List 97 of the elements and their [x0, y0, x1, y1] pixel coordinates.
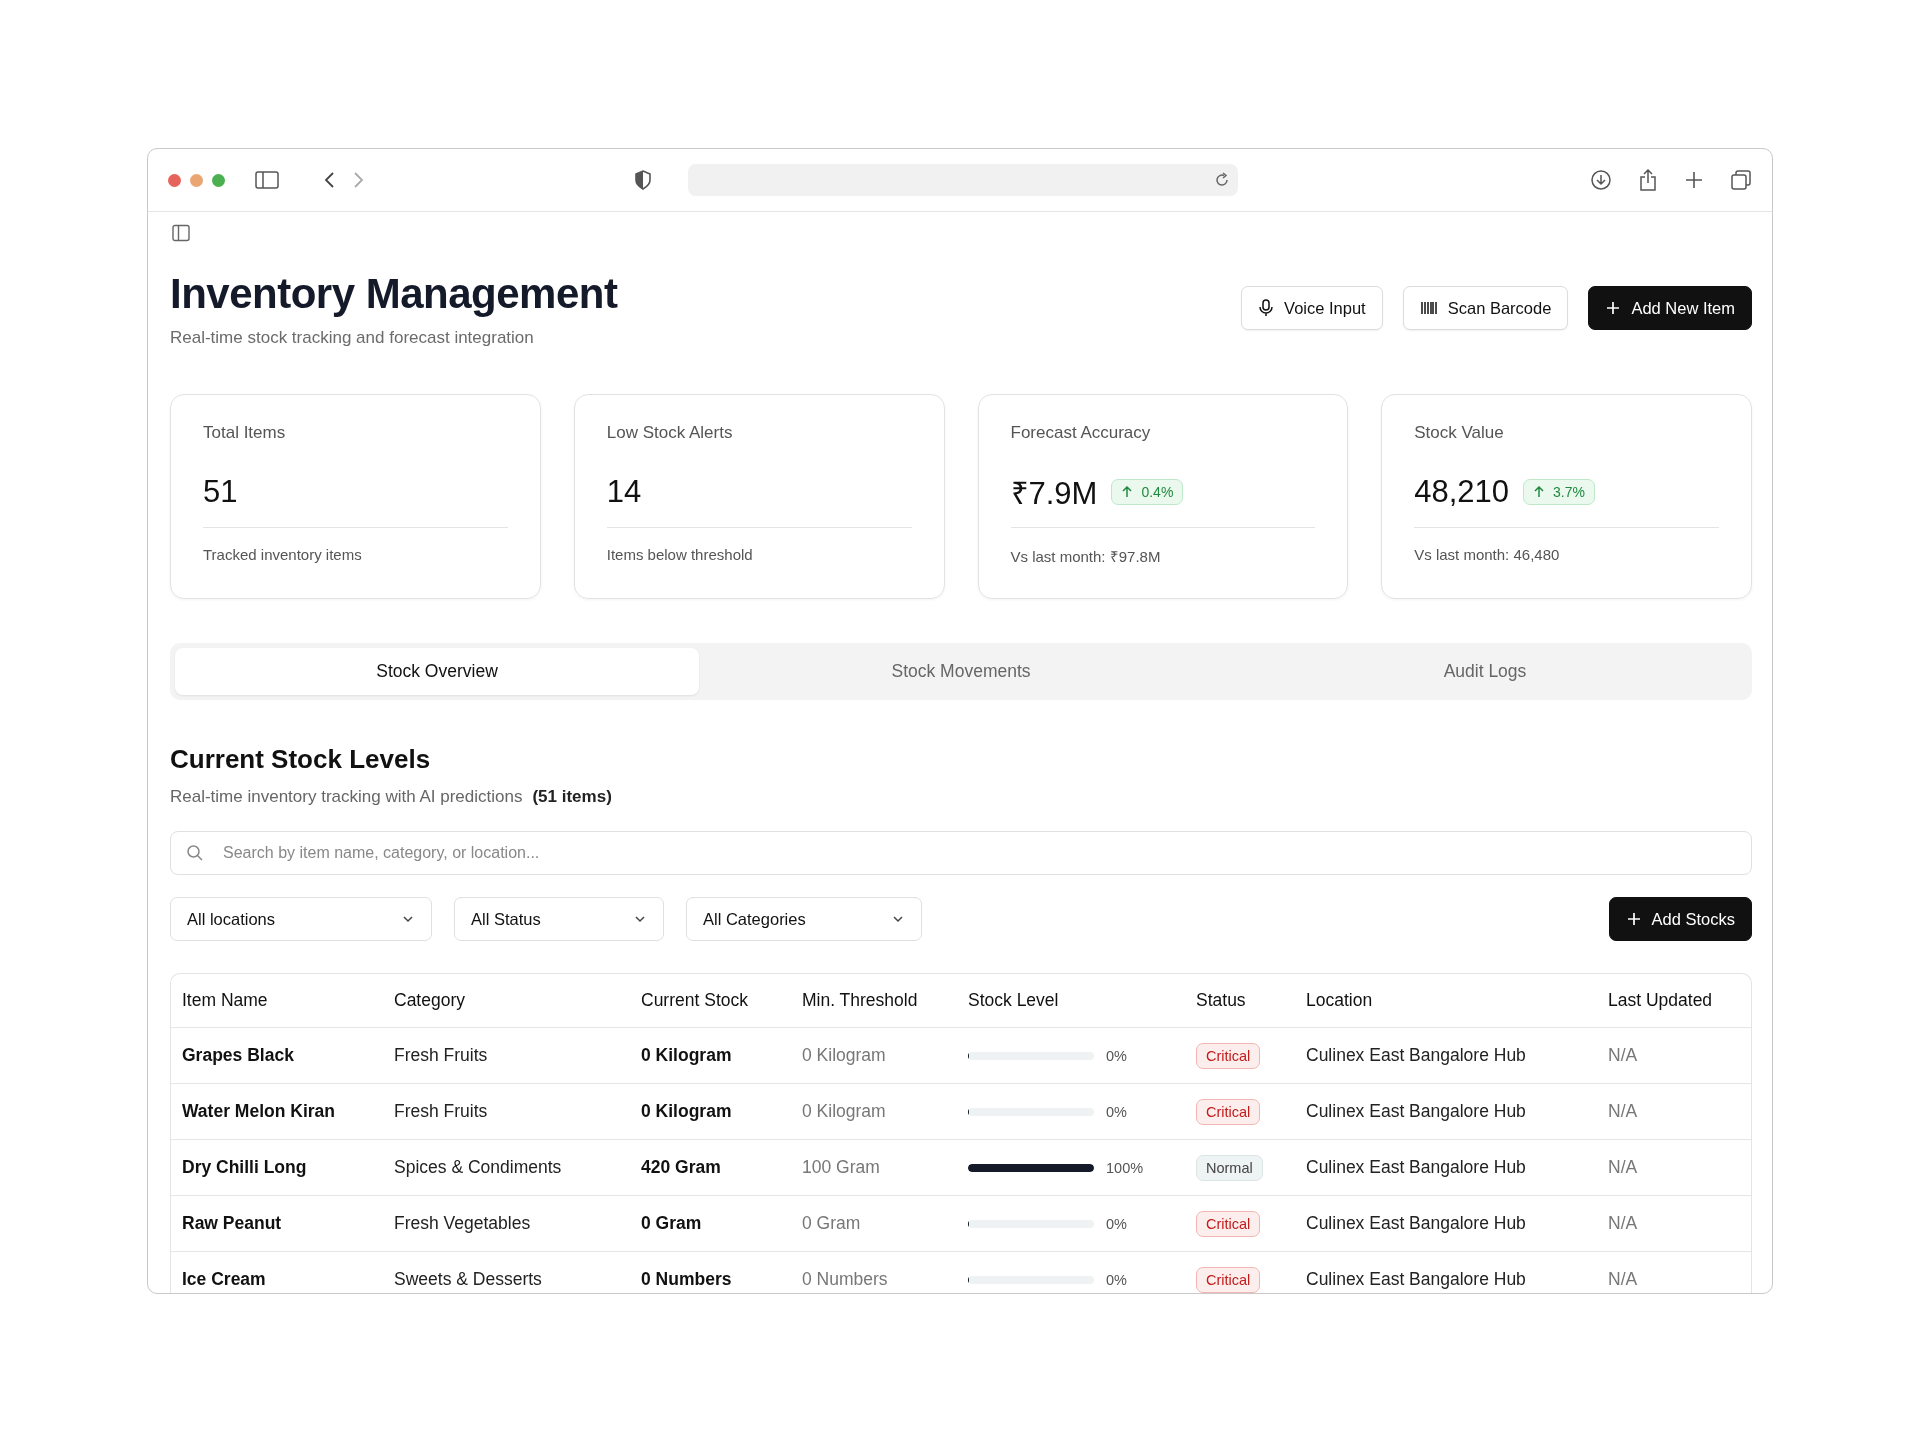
share-icon[interactable]	[1638, 168, 1658, 192]
tab[interactable]: Stock Movements	[699, 648, 1223, 695]
search-field[interactable]: Search by item name, category, or location...	[170, 831, 1752, 875]
last-updated-cell-text: N/A	[1607, 1045, 1639, 1066]
new-tab-icon[interactable]	[1684, 170, 1704, 190]
column-header: Item Name	[181, 990, 269, 1011]
page-subtitle: Real-time stock tracking and forecast integration	[170, 328, 535, 348]
last-updated-cell-text: N/A	[1607, 1101, 1639, 1122]
microphone-icon	[1258, 299, 1275, 317]
shield-icon[interactable]	[634, 170, 652, 190]
last-updated-cell-text: N/A	[1607, 1157, 1639, 1178]
section-subtitle: Real-time inventory tracking with AI predictions	[170, 787, 523, 807]
stat-value: 48,210	[1414, 474, 1510, 510]
last-updated-cell-text: N/A	[1607, 1213, 1639, 1234]
zoom-dot-icon[interactable]	[212, 173, 225, 187]
status-badge: Normal	[1196, 1154, 1263, 1181]
location-cell-text: Culinex East Bangalore Hub	[1305, 1045, 1527, 1066]
column-header: Stock Level	[967, 990, 1060, 1011]
column-header: Status	[1195, 990, 1247, 1011]
item-name-cell-text: Grapes Black	[181, 1045, 295, 1066]
stat-label: Forecast Accuracy	[1010, 423, 1152, 443]
category-cell-text: Sweets & Desserts	[393, 1269, 543, 1290]
stat-label: Total Items	[203, 423, 287, 443]
status-badge: Critical	[1196, 1210, 1261, 1237]
stock-percent: 100%	[1106, 1159, 1144, 1176]
header-button[interactable]: Scan Barcode	[1402, 286, 1569, 330]
tabs-overview-icon[interactable]	[1730, 169, 1752, 191]
item-name-cell-text: Raw Peanut	[181, 1213, 283, 1234]
threshold-cell-text: 100 Gram	[801, 1157, 881, 1178]
reload-icon[interactable]	[1214, 172, 1230, 188]
header-button[interactable]: Add New Item	[1588, 286, 1752, 330]
back-icon[interactable]	[323, 170, 337, 190]
tab[interactable]: Audit Logs	[1223, 648, 1747, 695]
stat-value: 51	[203, 474, 238, 510]
stat-value: ₹7.9M	[1010, 475, 1098, 513]
stock-percent: 0%	[1106, 1215, 1127, 1232]
last-updated-cell-text: N/A	[1607, 1269, 1639, 1290]
panel-toggle-icon[interactable]	[172, 224, 190, 242]
stat-value: 14	[606, 474, 642, 510]
stat-note: Tracked inventory items	[203, 546, 363, 563]
download-icon[interactable]	[1590, 169, 1612, 191]
status-badge: Critical	[1196, 1042, 1261, 1069]
stat-note: Vs last month: ₹97.8M	[1010, 547, 1162, 566]
location-cell-text: Culinex East Bangalore Hub	[1305, 1157, 1527, 1178]
status-badge: Critical	[1196, 1266, 1261, 1293]
category-cell-text: Fresh Fruits	[393, 1045, 489, 1066]
stock-percent: 0%	[1106, 1103, 1127, 1120]
trend-badge: 3.7%	[1523, 479, 1595, 505]
plus-icon	[1625, 911, 1642, 927]
current-stock-cell-text: 0 Gram	[640, 1213, 703, 1234]
add-stocks-button[interactable]: Add Stocks	[1608, 897, 1752, 941]
stat-note: Items below threshold	[606, 546, 754, 563]
location-cell-text: Culinex East Bangalore Hub	[1305, 1213, 1527, 1234]
current-stock-cell-text: 0 Kilogram	[640, 1045, 733, 1066]
close-dot-icon[interactable]	[168, 173, 181, 187]
category-cell-text: Fresh Fruits	[393, 1101, 489, 1122]
threshold-cell-text: 0 Numbers	[801, 1269, 889, 1290]
column-header: Current Stock	[640, 990, 749, 1011]
stock-percent: 0%	[1106, 1047, 1127, 1064]
minimize-dot-icon[interactable]	[190, 173, 203, 187]
arrow-up-icon	[1121, 486, 1134, 498]
item-count: (51 items)	[532, 787, 612, 807]
location-cell-text: Culinex East Bangalore Hub	[1305, 1101, 1527, 1122]
tab[interactable]: Stock Overview	[175, 648, 699, 695]
threshold-cell-text: 0 Kilogram	[801, 1101, 887, 1122]
plus-icon	[1605, 300, 1622, 316]
threshold-cell-text: 0 Kilogram	[801, 1045, 887, 1066]
current-stock-cell-text: 0 Numbers	[640, 1269, 733, 1290]
stat-label: Low Stock Alerts	[606, 423, 734, 443]
item-name-cell-text: Water Melon Kiran	[181, 1101, 336, 1122]
search-icon	[186, 844, 204, 862]
column-header: Last Updated	[1607, 990, 1714, 1011]
item-name-cell-text: Dry Chilli Long	[181, 1157, 308, 1178]
trend-badge: 0.4%	[1111, 479, 1184, 505]
item-name-cell-text: Ice Cream	[181, 1269, 267, 1290]
filter-dropdown[interactable]: All Status	[454, 897, 664, 941]
arrow-up-icon	[1533, 486, 1546, 498]
filter-dropdown[interactable]: All locations	[170, 897, 432, 941]
current-stock-cell-text: 0 Kilogram	[640, 1101, 733, 1122]
section-title: Current Stock Levels	[170, 744, 432, 775]
location-cell-text: Culinex East Bangalore Hub	[1305, 1269, 1527, 1290]
stat-label: Stock Value	[1414, 423, 1505, 443]
status-badge: Critical	[1196, 1098, 1261, 1125]
page-title: Inventory Management	[170, 270, 618, 318]
column-header: Location	[1305, 990, 1374, 1011]
filter-dropdown[interactable]: All Categories	[686, 897, 922, 941]
column-header: Min. Threshold	[801, 990, 919, 1011]
stock-percent: 0%	[1106, 1271, 1127, 1288]
column-header: Category	[393, 990, 466, 1011]
category-cell-text: Fresh Vegetables	[393, 1213, 532, 1234]
barcode-icon	[1419, 300, 1438, 316]
stat-note: Vs last month: 46,480	[1414, 546, 1561, 563]
header-button[interactable]: Voice Input	[1241, 286, 1383, 330]
current-stock-cell-text: 420 Gram	[640, 1157, 722, 1178]
category-cell-text: Spices & Condiments	[393, 1157, 563, 1178]
threshold-cell-text: 0 Gram	[801, 1213, 862, 1234]
sidebar-toggle-icon[interactable]	[255, 170, 279, 190]
